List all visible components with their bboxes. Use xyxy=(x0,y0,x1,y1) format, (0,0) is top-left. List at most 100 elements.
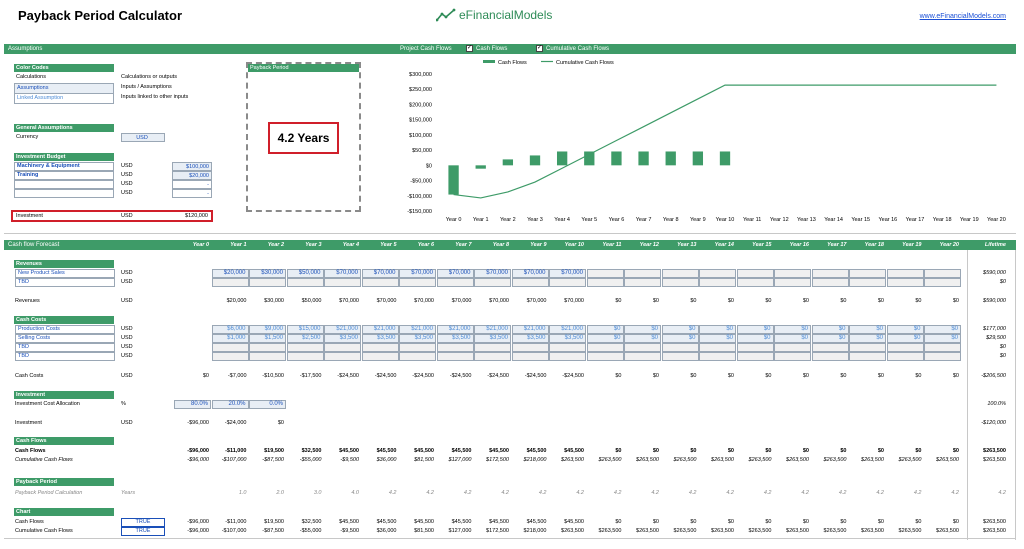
input-cell[interactable] xyxy=(774,352,811,361)
cost-row-label[interactable]: TBD xyxy=(15,352,115,361)
input-cell[interactable] xyxy=(511,278,549,287)
input-cell[interactable] xyxy=(924,343,961,352)
input-cell[interactable]: $0 xyxy=(924,325,961,334)
chart-toggle[interactable]: TRUE xyxy=(121,527,165,536)
input-cell[interactable]: $0 xyxy=(811,334,849,343)
input-cell[interactable]: $0 xyxy=(736,325,774,334)
input-cell[interactable]: $3,500 xyxy=(436,334,474,343)
input-cell[interactable]: $0 xyxy=(661,334,699,343)
input-cell[interactable] xyxy=(849,352,886,361)
input-cell[interactable]: $0 xyxy=(699,325,736,334)
input-cell[interactable] xyxy=(211,278,249,287)
input-cell[interactable] xyxy=(774,343,811,352)
input-cell[interactable] xyxy=(474,352,511,361)
input-cell[interactable]: $0 xyxy=(661,325,699,334)
input-cell[interactable] xyxy=(624,343,661,352)
input-cell[interactable] xyxy=(511,352,549,361)
input-cell[interactable] xyxy=(286,343,324,352)
input-cell[interactable]: 0.0% xyxy=(249,400,286,409)
input-cell[interactable]: $20,000 xyxy=(211,269,249,278)
input-cell[interactable]: $21,000 xyxy=(436,325,474,334)
input-cell[interactable]: $30,000 xyxy=(249,269,286,278)
input-cell[interactable]: $0 xyxy=(774,325,811,334)
cost-row-label[interactable]: Production Costs xyxy=(15,325,115,334)
input-cell[interactable] xyxy=(811,352,849,361)
input-cell[interactable] xyxy=(549,343,586,352)
input-cell[interactable]: $0 xyxy=(886,325,924,334)
input-cell[interactable] xyxy=(624,352,661,361)
input-cell[interactable] xyxy=(211,343,249,352)
input-cell[interactable] xyxy=(361,352,399,361)
input-cell[interactable] xyxy=(361,278,399,287)
input-cell[interactable]: $0 xyxy=(886,334,924,343)
input-cell[interactable] xyxy=(736,352,774,361)
input-cell[interactable] xyxy=(249,278,286,287)
input-cell[interactable] xyxy=(286,352,324,361)
input-cell[interactable] xyxy=(624,278,661,287)
input-cell[interactable] xyxy=(249,352,286,361)
input-cell[interactable] xyxy=(586,343,624,352)
input-cell[interactable] xyxy=(699,269,736,278)
input-cell[interactable]: $1,000 xyxy=(211,334,249,343)
input-cell[interactable]: $0 xyxy=(699,334,736,343)
input-cell[interactable]: $3,500 xyxy=(324,334,361,343)
input-cell[interactable]: $0 xyxy=(924,334,961,343)
input-cell[interactable]: $0 xyxy=(624,325,661,334)
input-cell[interactable]: $21,000 xyxy=(324,325,361,334)
input-cell[interactable]: $70,000 xyxy=(511,269,549,278)
input-cell[interactable] xyxy=(399,343,436,352)
input-cell[interactable]: $70,000 xyxy=(324,269,361,278)
input-cell[interactable] xyxy=(211,352,249,361)
input-cell[interactable]: $70,000 xyxy=(436,269,474,278)
input-cell[interactable] xyxy=(849,269,886,278)
input-cell[interactable] xyxy=(436,352,474,361)
input-cell[interactable] xyxy=(924,278,961,287)
input-cell[interactable]: $3,500 xyxy=(549,334,586,343)
input-cell[interactable]: 20.0% xyxy=(211,400,249,409)
input-cell[interactable]: $70,000 xyxy=(549,269,586,278)
input-cell[interactable] xyxy=(774,269,811,278)
input-cell[interactable] xyxy=(586,278,624,287)
input-cell[interactable]: $9,000 xyxy=(249,325,286,334)
input-cell[interactable]: $21,000 xyxy=(399,325,436,334)
input-cell[interactable] xyxy=(549,278,586,287)
input-cell[interactable]: $3,500 xyxy=(474,334,511,343)
input-cell[interactable] xyxy=(886,269,924,278)
input-cell[interactable] xyxy=(736,278,774,287)
input-cell[interactable] xyxy=(286,278,324,287)
input-cell[interactable]: $0 xyxy=(849,325,886,334)
input-cell[interactable]: $0 xyxy=(586,334,624,343)
input-cell[interactable]: $21,000 xyxy=(511,325,549,334)
input-cell[interactable]: $0 xyxy=(736,334,774,343)
input-cell[interactable] xyxy=(886,278,924,287)
input-cell[interactable] xyxy=(736,269,774,278)
input-cell[interactable]: $0 xyxy=(774,334,811,343)
input-cell[interactable] xyxy=(324,278,361,287)
input-cell[interactable]: $0 xyxy=(811,325,849,334)
input-cell[interactable] xyxy=(774,278,811,287)
input-cell[interactable] xyxy=(811,269,849,278)
input-cell[interactable]: $70,000 xyxy=(474,269,511,278)
input-cell[interactable] xyxy=(736,343,774,352)
input-cell[interactable] xyxy=(324,352,361,361)
input-cell[interactable] xyxy=(661,278,699,287)
revenue-row-label[interactable]: New Product Sales xyxy=(15,269,115,278)
input-cell[interactable] xyxy=(849,343,886,352)
input-cell[interactable] xyxy=(436,343,474,352)
input-cell[interactable] xyxy=(699,343,736,352)
input-cell[interactable]: $0 xyxy=(586,325,624,334)
input-cell[interactable] xyxy=(811,278,849,287)
input-cell[interactable]: $2,500 xyxy=(286,334,324,343)
input-cell[interactable] xyxy=(699,352,736,361)
input-cell[interactable] xyxy=(249,343,286,352)
input-cell[interactable] xyxy=(661,352,699,361)
input-cell[interactable] xyxy=(624,269,661,278)
input-cell[interactable] xyxy=(586,269,624,278)
input-cell[interactable] xyxy=(924,352,961,361)
input-cell[interactable]: $15,000 xyxy=(286,325,324,334)
cost-row-label[interactable]: TBD xyxy=(15,343,115,352)
input-cell[interactable] xyxy=(924,269,961,278)
input-cell[interactable]: $6,000 xyxy=(211,325,249,334)
input-cell[interactable] xyxy=(661,269,699,278)
input-cell[interactable]: $3,500 xyxy=(361,334,399,343)
